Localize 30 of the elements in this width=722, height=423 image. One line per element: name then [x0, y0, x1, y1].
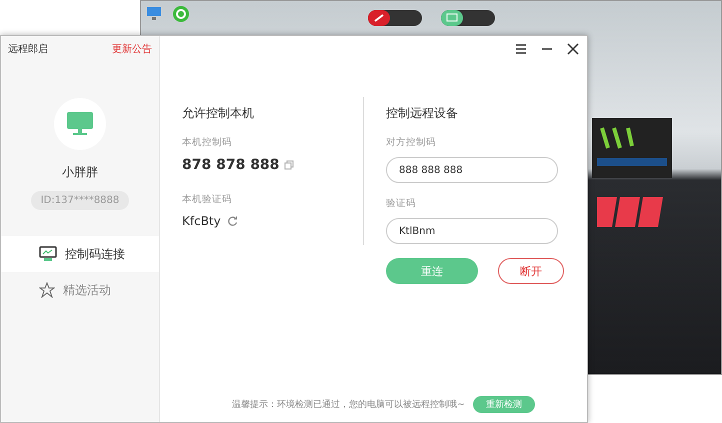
- nav-item[interactable]: 控制码连接: [1, 236, 159, 272]
- disconnect-pill-icon[interactable]: [368, 10, 422, 26]
- control-code: 878 878 888: [182, 157, 280, 173]
- menu-icon[interactable]: [515, 43, 527, 55]
- user-name: 小胖胖: [61, 164, 99, 181]
- nav-label: 控制码连接: [65, 246, 125, 262]
- input-field[interactable]: KtlBnm: [386, 218, 558, 244]
- computer-icon[interactable]: [146, 5, 162, 21]
- user-id-badge: ID:137****8888: [30, 191, 130, 210]
- monitor-icon: [67, 112, 93, 136]
- nav-item[interactable]: 精选活动: [1, 272, 159, 308]
- star-icon: [39, 282, 55, 298]
- field-label: 验证码: [386, 197, 417, 210]
- verify-code: KfcBty: [182, 214, 221, 228]
- browser-icon[interactable]: [172, 5, 190, 23]
- field-label: 本机验证码: [182, 193, 233, 206]
- input-field[interactable]: 888 888 888: [386, 157, 558, 183]
- tip-text: 温馨提示：环境检测已通过，您的电脑可以被远程控制哦~: [232, 398, 465, 411]
- section-title: 允许控制本机: [182, 105, 255, 122]
- app-title: 远程郎启: [8, 42, 48, 56]
- field-label: 本机控制码: [182, 136, 233, 149]
- update-notice-link[interactable]: 更新公告: [112, 42, 152, 56]
- control-pill-icon[interactable]: [441, 10, 495, 26]
- field-label: 对方控制码: [386, 136, 437, 149]
- disconnect-button[interactable]: 断开: [498, 258, 564, 284]
- nav-label: 精选活动: [63, 282, 111, 298]
- section-title: 控制远程设备: [386, 105, 459, 122]
- monitor-icon: [39, 246, 57, 262]
- close-icon[interactable]: [567, 43, 579, 55]
- refresh-icon[interactable]: [226, 216, 238, 226]
